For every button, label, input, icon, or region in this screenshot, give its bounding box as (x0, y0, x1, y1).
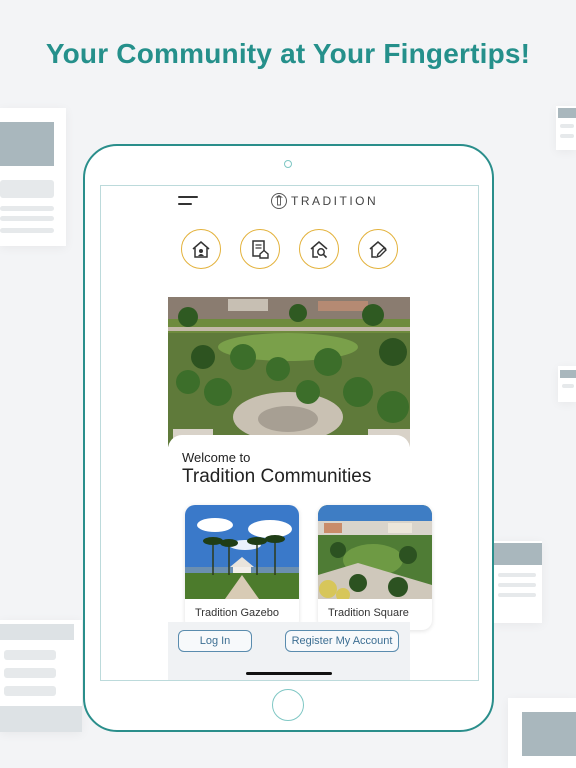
welcome-card: Welcome to Tradition Communities (168, 435, 410, 495)
welcome-title: Tradition Communities (182, 466, 372, 487)
decorative-card-right-mid (558, 366, 576, 402)
brand-logo: TRADITION (271, 191, 378, 211)
app-screen: TRADITION Welcome to Tradition Communiti… (100, 185, 479, 681)
login-button[interactable]: Log In (178, 630, 252, 652)
decorative-card-right-bottom (508, 698, 576, 768)
brand-name: TRADITION (291, 194, 379, 208)
home-edit-icon[interactable] (358, 229, 398, 269)
decorative-card-left-bottom (0, 620, 82, 732)
place-card-square[interactable]: Tradition Square (318, 505, 432, 630)
tablet-home-button[interactable] (272, 689, 304, 721)
place-card-gazebo[interactable]: Tradition Gazebo (185, 505, 299, 630)
page-headline: Your Community at Your Fingertips! (45, 38, 531, 69)
lighthouse-icon (271, 193, 287, 209)
register-button[interactable]: Register My Account (285, 630, 399, 652)
welcome-subtitle: Welcome to (182, 450, 251, 465)
place-label: Tradition Gazebo (195, 607, 279, 619)
tablet-camera (284, 160, 292, 168)
square-photo (318, 505, 432, 602)
decorative-card-right-lower (492, 541, 542, 623)
quick-action-icons (181, 229, 401, 271)
hero-aerial-photo (168, 297, 410, 447)
hamburger-menu-icon[interactable] (178, 195, 198, 207)
home-person-icon[interactable] (181, 229, 221, 269)
tablet-frame: TRADITION Welcome to Tradition Communiti… (83, 144, 494, 732)
place-label: Tradition Square (328, 607, 409, 619)
decorative-card-right-top (556, 106, 576, 150)
document-home-icon[interactable] (240, 229, 280, 269)
home-indicator[interactable] (246, 672, 332, 675)
home-search-icon[interactable] (299, 229, 339, 269)
auth-bar: Log In Register My Account (168, 622, 410, 680)
gazebo-photo (185, 505, 299, 599)
decorative-card-left (0, 108, 66, 246)
